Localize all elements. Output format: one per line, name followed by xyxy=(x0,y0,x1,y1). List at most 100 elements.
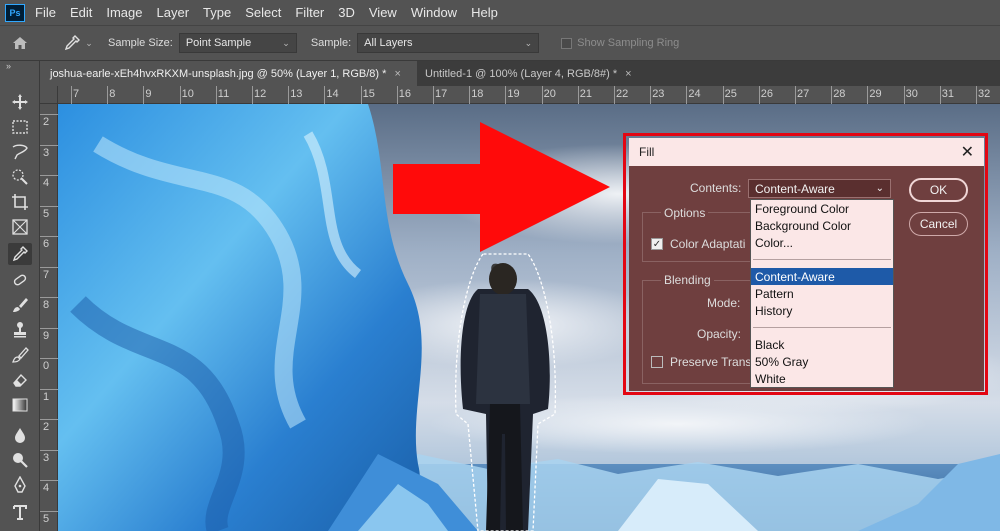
marquee-tool-icon[interactable] xyxy=(8,116,32,138)
ruler-tick xyxy=(40,327,58,329)
preserve-transparency-checkbox[interactable] xyxy=(651,356,663,368)
ruler-tick xyxy=(143,86,145,104)
ruler-tick xyxy=(40,205,58,207)
close-icon[interactable]: × xyxy=(394,68,400,80)
menu-select[interactable]: Select xyxy=(245,5,281,20)
ruler-tick xyxy=(40,266,58,268)
ruler-tick xyxy=(939,86,941,104)
show-sampling-ring-toggle[interactable]: Show Sampling Ring xyxy=(561,37,685,49)
contents-select[interactable]: Content-Aware ⌄ xyxy=(748,179,891,198)
panel-collapse-icon[interactable]: » xyxy=(6,61,11,71)
menu-image[interactable]: Image xyxy=(106,5,142,20)
tab-document-1[interactable]: joshua-earle-xEh4hvxRKXM-unsplash.jpg @ … xyxy=(42,61,417,86)
close-icon[interactable]: × xyxy=(625,68,631,80)
dodge-tool-icon[interactable] xyxy=(8,449,32,471)
option-pattern[interactable]: Pattern xyxy=(751,285,893,302)
preserve-transparency-label: Preserve Trans xyxy=(670,355,752,369)
ruler-tick xyxy=(831,86,833,104)
menu-file[interactable]: File xyxy=(35,5,56,20)
option-black[interactable]: Black xyxy=(751,336,893,353)
menu-layer[interactable]: Layer xyxy=(157,5,190,20)
eraser-tool-icon[interactable] xyxy=(8,369,32,391)
cancel-button[interactable]: Cancel xyxy=(909,212,968,236)
menu-filter[interactable]: Filter xyxy=(295,5,324,20)
brush-tool-icon[interactable] xyxy=(8,294,32,316)
show-ring-checkbox[interactable] xyxy=(561,37,573,49)
tab-label: Untitled-1 @ 100% (Layer 4, RGB/8#) * xyxy=(425,67,618,80)
opacity-label: Opacity: xyxy=(697,327,742,341)
ruler-tick xyxy=(215,86,217,104)
color-adaptation-toggle[interactable]: ✓ Color Adaptati xyxy=(651,237,745,251)
dropdown-separator xyxy=(753,259,891,260)
blur-tool-icon[interactable] xyxy=(8,424,32,446)
dialog-title: Fill xyxy=(639,145,655,159)
menu-3d[interactable]: 3D xyxy=(338,5,355,20)
ruler-tick xyxy=(686,86,688,104)
option-history[interactable]: History xyxy=(751,302,893,319)
menu-help[interactable]: Help xyxy=(471,5,498,20)
ruler-tick-label: 22 xyxy=(616,88,629,100)
tab-document-2[interactable]: Untitled-1 @ 100% (Layer 4, RGB/8#) * × xyxy=(417,61,647,86)
sample-size-select[interactable]: Point Sample ⌄ xyxy=(178,33,297,53)
ruler-tick-label: 11 xyxy=(217,88,230,100)
ok-button[interactable]: OK xyxy=(909,178,968,202)
ruler-tick xyxy=(614,86,615,104)
ruler-tick-label: 15 xyxy=(362,88,375,100)
ruler-tick-label: 10 xyxy=(181,88,194,100)
close-icon[interactable]: ✕ xyxy=(961,142,974,162)
contents-dropdown-list: Foreground Color Background Color Color.… xyxy=(750,199,894,388)
crop-tool-icon[interactable] xyxy=(8,191,32,213)
preserve-transparency-toggle[interactable]: Preserve Trans xyxy=(651,355,751,369)
ruler-tick xyxy=(107,86,109,104)
ruler-tick xyxy=(433,86,434,104)
sample-select[interactable]: All Layers ⌄ xyxy=(357,33,540,53)
ruler-tick-label: 23 xyxy=(652,88,665,100)
ruler-tick-label: 21 xyxy=(579,88,593,100)
menu-edit[interactable]: Edit xyxy=(70,5,92,20)
eyedropper-preset-icon[interactable]: ⌄ xyxy=(58,34,98,52)
ruler-tick xyxy=(40,236,58,237)
ruler-horizontal: 7 8 9 10 11 12 13 14 15 16 17 18 19 20 21 22 23 24 25 26 27 2… xyxy=(58,86,1000,104)
option-color[interactable]: Color... xyxy=(751,234,893,251)
option-white[interactable]: White xyxy=(751,370,893,387)
gradient-tool-icon[interactable] xyxy=(8,394,32,416)
ruler-tick xyxy=(40,144,58,146)
ruler-tick-label: 0 xyxy=(43,360,50,372)
clone-stamp-tool-icon[interactable] xyxy=(8,319,32,341)
option-50-gray[interactable]: 50% Gray xyxy=(751,353,893,370)
ruler-tick xyxy=(505,86,507,104)
menu-window[interactable]: Window xyxy=(411,5,457,20)
ruler-tick-label: 31 xyxy=(941,88,955,100)
sample-size-value: Point Sample xyxy=(185,37,252,49)
type-tool-icon[interactable] xyxy=(8,501,32,523)
menu-view[interactable]: View xyxy=(369,5,397,20)
lasso-tool-icon[interactable] xyxy=(8,141,32,163)
healing-brush-tool-icon[interactable] xyxy=(8,269,32,291)
blending-label: Blending xyxy=(661,273,714,287)
ruler-tick xyxy=(758,86,760,104)
pen-tool-icon[interactable] xyxy=(8,474,32,496)
ruler-tick-label: 28 xyxy=(833,88,846,100)
ruler-tick-label: 4 xyxy=(43,482,50,494)
move-tool-icon[interactable] xyxy=(8,91,32,113)
home-icon[interactable] xyxy=(0,35,40,51)
ruler-tick xyxy=(903,86,905,104)
ruler-tick xyxy=(722,86,724,104)
color-adaptation-checkbox[interactable]: ✓ xyxy=(651,238,663,250)
option-foreground-color[interactable]: Foreground Color xyxy=(751,200,893,217)
ruler-tick xyxy=(179,86,181,104)
ruler-corner xyxy=(40,86,58,104)
eyedropper-tool-icon[interactable] xyxy=(8,243,32,265)
option-background-color[interactable]: Background Color xyxy=(751,217,893,234)
quick-selection-tool-icon[interactable] xyxy=(8,166,32,188)
contents-label: Contents: xyxy=(690,181,742,195)
tools-panel: » xyxy=(0,61,40,531)
sample-label: Sample: xyxy=(310,37,352,49)
ruler-tick-label: 20 xyxy=(543,88,556,100)
history-brush-tool-icon[interactable] xyxy=(8,344,32,366)
menu-type[interactable]: Type xyxy=(203,5,231,20)
ruler-tick-label: 17 xyxy=(435,88,448,100)
frame-tool-icon[interactable] xyxy=(8,216,32,238)
ruler-tick-label: 7 xyxy=(43,268,50,281)
option-content-aware[interactable]: Content-Aware xyxy=(751,268,893,285)
